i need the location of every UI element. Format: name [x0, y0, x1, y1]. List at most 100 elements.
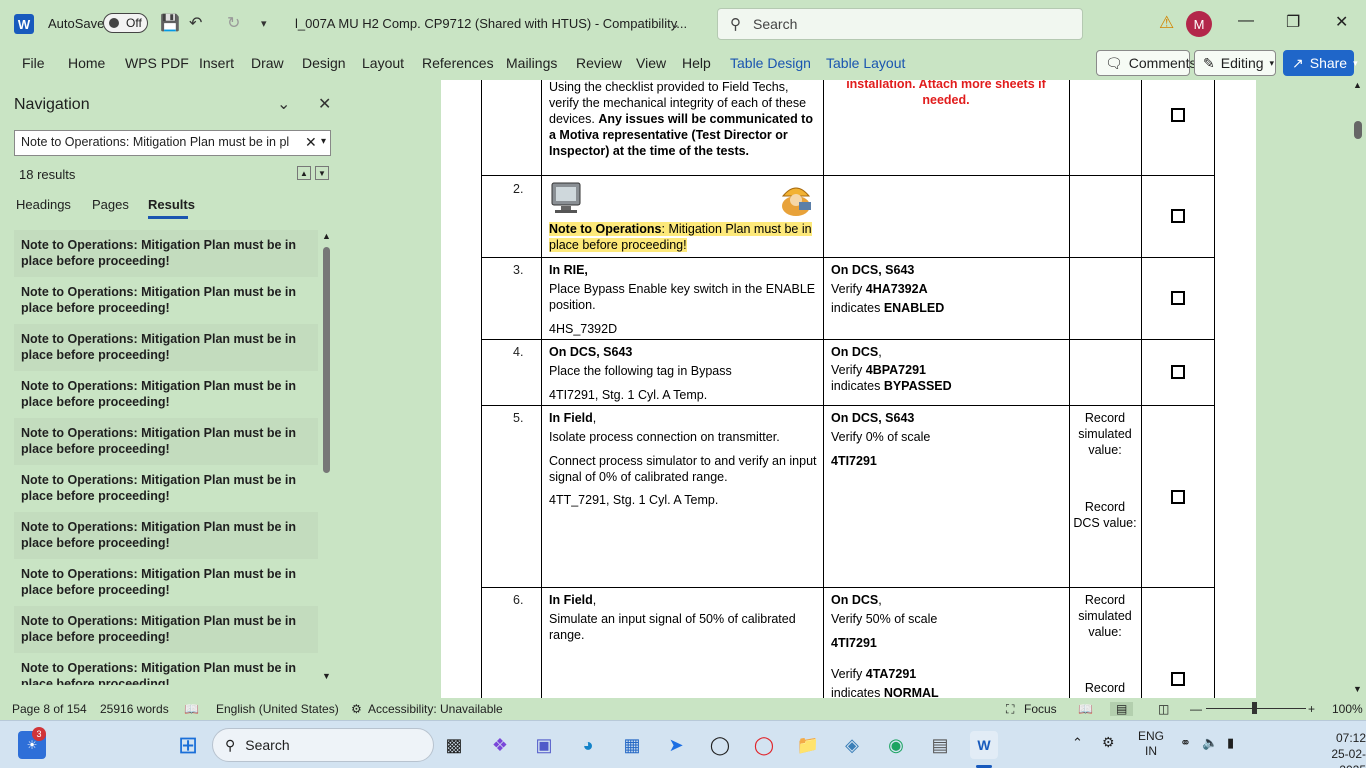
- document-scrollbar[interactable]: ▲ ▼: [1350, 80, 1366, 698]
- print-layout-icon[interactable]: ▤: [1110, 702, 1134, 716]
- tab-insert[interactable]: Insert: [199, 55, 234, 71]
- volume-icon[interactable]: 🔈: [1202, 735, 1218, 751]
- procedure-table[interactable]: Using the checklist provided to Field Te…: [481, 80, 1215, 698]
- avatar[interactable]: M: [1186, 11, 1212, 37]
- warning-icon[interactable]: ⚠: [1159, 13, 1174, 33]
- share-button[interactable]: ↗ Share ▾: [1283, 50, 1358, 76]
- file-explorer-icon[interactable]: 📁: [794, 731, 822, 759]
- focus-button[interactable]: Focus: [1024, 702, 1057, 716]
- restore-icon[interactable]: ❐: [1286, 12, 1300, 32]
- next-result-button[interactable]: ▼: [315, 166, 329, 180]
- tab-view[interactable]: View: [636, 55, 666, 71]
- result-item[interactable]: Note to Operations: Mitigation Plan must…: [14, 371, 318, 418]
- network-app-icon[interactable]: ⚙: [1102, 734, 1115, 751]
- navigation-search-input[interactable]: Note to Operations: Mitigation Plan must…: [14, 130, 331, 156]
- navigation-scrollbar[interactable]: ▲ ▼: [322, 231, 332, 681]
- zoom-out-icon[interactable]: —: [1190, 702, 1202, 716]
- chevron-down-icon[interactable]: ▾: [321, 136, 326, 147]
- editing-button[interactable]: ✎ Editing ▾: [1194, 50, 1276, 76]
- step-5-record-simulated[interactable]: Record simulated value:: [1073, 410, 1137, 458]
- chevron-down-icon[interactable]: ⌄: [670, 17, 680, 31]
- remote-desktop-icon[interactable]: ▤: [926, 731, 954, 759]
- step-5-checkbox[interactable]: [1171, 490, 1185, 504]
- copilot-icon[interactable]: ❖: [486, 731, 514, 759]
- result-item[interactable]: Note to Operations: Mitigation Plan must…: [14, 465, 318, 512]
- scroll-up-icon[interactable]: ▲: [322, 231, 331, 241]
- result-item[interactable]: Note to Operations: Mitigation Plan must…: [14, 418, 318, 465]
- tab-home[interactable]: Home: [68, 55, 105, 71]
- scroll-down-icon[interactable]: ▼: [1353, 684, 1362, 694]
- tab-file[interactable]: File: [22, 55, 45, 71]
- document-title[interactable]: l_007A MU H2 Comp. CP9712 (Shared with H…: [295, 16, 687, 31]
- teams-icon[interactable]: ▣: [530, 731, 558, 759]
- result-item[interactable]: Note to Operations: Mitigation Plan must…: [14, 559, 318, 606]
- redo-icon[interactable]: ↻: [227, 13, 240, 33]
- close-icon[interactable]: ✕: [318, 94, 331, 114]
- clear-search-icon[interactable]: ✕: [305, 134, 317, 151]
- result-item[interactable]: Note to Operations: Mitigation Plan must…: [14, 324, 318, 371]
- read-mode-icon[interactable]: 📖: [1078, 702, 1093, 716]
- autosave-toggle[interactable]: Off: [103, 13, 148, 33]
- arrow-app-icon[interactable]: ➤: [662, 731, 690, 759]
- minimize-icon[interactable]: —: [1238, 12, 1254, 30]
- edge-icon[interactable]: ◕: [574, 731, 602, 759]
- tab-design[interactable]: Design: [302, 55, 346, 71]
- tab-references[interactable]: References: [422, 55, 494, 71]
- save-icon[interactable]: 💾: [160, 13, 180, 33]
- accessibility-status[interactable]: Accessibility: Unavailable: [368, 702, 503, 716]
- scroll-down-icon[interactable]: ▼: [322, 671, 331, 681]
- result-item[interactable]: Note to Operations: Mitigation Plan must…: [14, 606, 318, 653]
- result-item[interactable]: Note to Operations: Mitigation Plan must…: [14, 230, 318, 277]
- undo-icon[interactable]: ↶: [189, 13, 202, 33]
- tab-pages[interactable]: Pages: [92, 197, 129, 212]
- result-item[interactable]: Note to Operations: Mitigation Plan must…: [14, 512, 318, 559]
- chevron-down-icon[interactable]: ⌄: [277, 94, 290, 114]
- tab-review[interactable]: Review: [576, 55, 622, 71]
- search-input[interactable]: ⚲ Search: [717, 8, 1083, 40]
- tab-layout[interactable]: Layout: [362, 55, 404, 71]
- step-6-record-dcs[interactable]: Record: [1073, 680, 1137, 696]
- tab-mailings[interactable]: Mailings: [506, 55, 557, 71]
- zoom-slider-thumb[interactable]: [1252, 702, 1257, 714]
- step-3-checkbox[interactable]: [1171, 291, 1185, 305]
- result-item[interactable]: Note to Operations: Mitigation Plan must…: [14, 653, 318, 685]
- proofing-icon[interactable]: 📖: [184, 702, 199, 716]
- customize-qat-icon[interactable]: ▾: [261, 17, 267, 30]
- store-icon[interactable]: ▦: [618, 731, 646, 759]
- comments-button[interactable]: 🗨 Comments: [1096, 50, 1196, 76]
- close-icon[interactable]: ✕: [1335, 12, 1348, 32]
- battery-icon[interactable]: ▮: [1227, 735, 1234, 751]
- word-taskbar-icon[interactable]: W: [970, 731, 998, 759]
- zoom-in-icon[interactable]: +: [1308, 702, 1315, 716]
- opera-icon[interactable]: ◯: [750, 731, 778, 759]
- tab-headings[interactable]: Headings: [16, 197, 71, 212]
- result-item[interactable]: Note to Operations: Mitigation Plan must…: [14, 277, 318, 324]
- scroll-up-icon[interactable]: ▲: [1353, 80, 1362, 90]
- previous-result-button[interactable]: ▲: [297, 166, 311, 180]
- tab-table-layout[interactable]: Table Layout: [826, 55, 905, 71]
- scroll-thumb[interactable]: [1354, 121, 1362, 139]
- app-icon[interactable]: ◈: [838, 731, 866, 759]
- tab-wps-pdf[interactable]: WPS PDF: [125, 55, 189, 71]
- dell-icon[interactable]: ◯: [706, 731, 734, 759]
- step-6-checkbox[interactable]: [1171, 672, 1185, 686]
- chevron-up-icon[interactable]: ⌃: [1072, 735, 1083, 751]
- language-status[interactable]: English (United States): [216, 702, 339, 716]
- page-count[interactable]: Page 8 of 154: [12, 702, 87, 716]
- chrome-icon[interactable]: ◉: [882, 731, 910, 759]
- step-6-record-simulated[interactable]: Record simulated value:: [1073, 592, 1137, 640]
- input-language[interactable]: ENG IN: [1138, 729, 1164, 759]
- tab-draw[interactable]: Draw: [251, 55, 284, 71]
- tab-table-design[interactable]: Table Design: [730, 55, 811, 71]
- scroll-thumb[interactable]: [323, 247, 330, 473]
- web-layout-icon[interactable]: ◫: [1158, 702, 1169, 716]
- clock[interactable]: 07:1225-02-2025: [1313, 730, 1366, 768]
- zoom-level[interactable]: 100%: [1332, 702, 1363, 716]
- step-2-checkbox[interactable]: [1171, 209, 1185, 223]
- step-1-checkbox[interactable]: [1171, 108, 1185, 122]
- windows-start-icon[interactable]: ⊞: [174, 731, 202, 759]
- tab-help[interactable]: Help: [682, 55, 711, 71]
- taskbar-search[interactable]: ⚲ Search: [212, 728, 434, 762]
- tab-results[interactable]: Results: [148, 197, 195, 212]
- task-view-icon[interactable]: ▩: [440, 731, 468, 759]
